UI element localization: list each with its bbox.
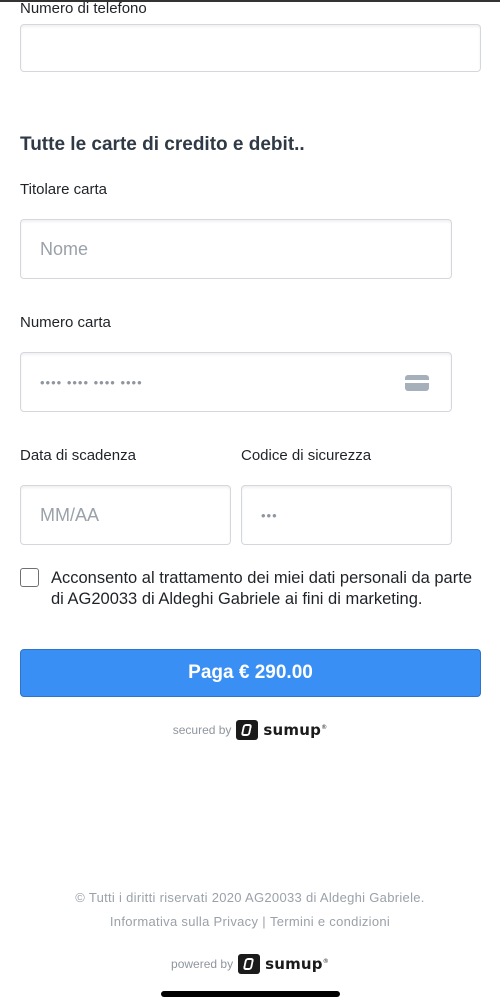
card-number-input[interactable]: •••• •••• •••• ••••: [20, 352, 452, 412]
terms-link[interactable]: Termini e condizioni: [270, 914, 390, 929]
phone-label: Numero di telefono: [20, 0, 147, 17]
security-code-input[interactable]: •••: [241, 485, 452, 545]
powered-by-badge[interactable]: powered by sumup®: [0, 954, 500, 974]
sumup-brand: sumup®: [265, 955, 329, 973]
consent-checkbox[interactable]: [20, 568, 39, 587]
pay-button[interactable]: Paga € 290.00: [20, 649, 481, 697]
cardholder-label: Titolare carta: [20, 181, 107, 198]
sumup-logo-icon: [236, 720, 259, 740]
security-code-label: Codice di sicurezza: [241, 447, 372, 464]
sumup-logo-icon: [238, 954, 261, 974]
consent-text: Acconsento al trattamento dei miei dati …: [51, 569, 472, 608]
secured-by-badge: secured by sumup®: [0, 720, 500, 740]
cardholder-placeholder: Nome: [40, 238, 89, 259]
sumup-brand: sumup®: [263, 721, 328, 739]
expiry-placeholder: MM/AA: [40, 504, 100, 525]
credit-card-icon: [405, 375, 429, 391]
powered-by-label: powered by: [171, 957, 234, 971]
footer-links: Informativa sulla Privacy | Termini e cond…: [0, 914, 500, 929]
card-number-placeholder: •••• •••• •••• ••••: [40, 374, 143, 390]
privacy-link[interactable]: Informativa sulla Privacy: [110, 914, 258, 929]
card-number-label: Numero carta: [20, 314, 111, 331]
copyright-text: © Tutti i diritti riservati 2020 AG20033…: [75, 890, 425, 905]
phone-input[interactable]: [20, 24, 481, 72]
home-indicator: [161, 991, 340, 997]
section-title: Tutte le carte di credito e debit..: [20, 134, 305, 155]
expiry-label: Data di scadenza: [20, 447, 136, 464]
security-code-placeholder: •••: [261, 507, 278, 523]
expiry-input[interactable]: MM/AA: [20, 485, 231, 545]
secured-by-label: secured by: [172, 723, 232, 737]
footer-separator: |: [262, 914, 266, 929]
cardholder-input[interactable]: Nome: [20, 219, 452, 279]
